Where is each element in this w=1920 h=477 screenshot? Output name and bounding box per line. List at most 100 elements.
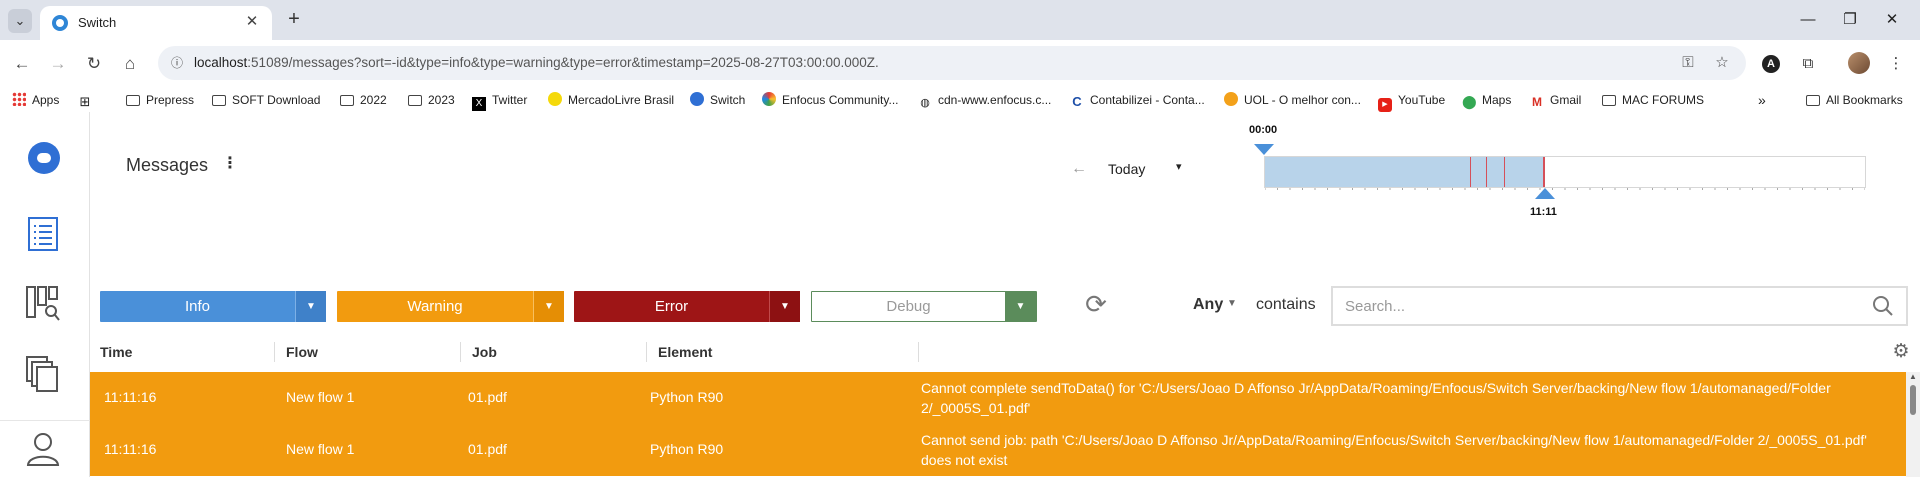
column-resize-handle[interactable] — [918, 342, 919, 362]
sidebar-dashboard-search-icon[interactable] — [25, 285, 61, 323]
table-scrollbar[interactable]: ▲ — [1906, 372, 1920, 477]
column-header-flow[interactable]: Flow — [286, 344, 318, 360]
more-bookmarks-icon[interactable]: » — [1758, 91, 1766, 109]
forward-arrow-icon[interactable]: → — [46, 52, 70, 76]
close-window-icon[interactable]: ✕ — [1880, 8, 1904, 32]
row-time: 11:11:16 — [104, 441, 157, 457]
site-info-icon[interactable]: ⓘ — [168, 54, 186, 72]
address-bar[interactable]: ⓘ localhost:51089/messages?sort=-id&type… — [158, 46, 1746, 80]
column-resize-handle[interactable] — [274, 342, 275, 362]
table-settings-gear-icon[interactable]: ⚙ — [1890, 341, 1912, 363]
table-row[interactable]: 11:11:16 New flow 1 01.pdf Python R90 Ca… — [90, 424, 1906, 476]
minimize-icon[interactable]: — — [1796, 8, 1820, 32]
home-icon[interactable]: ⌂ — [118, 52, 142, 76]
row-message: Cannot send job: path 'C:/Users/Joao D A… — [921, 432, 1867, 468]
sidebar-messages-list-icon[interactable] — [25, 215, 61, 253]
refresh-icon[interactable]: ⟳ — [1082, 290, 1110, 318]
warning-filter-button[interactable]: Warning ▼ — [337, 291, 564, 322]
info-filter-dropdown-icon[interactable]: ▼ — [295, 291, 326, 322]
close-tab-icon[interactable]: ✕ — [242, 12, 262, 32]
row-time: 11:11:16 — [104, 389, 157, 405]
switch-logo-icon[interactable] — [28, 142, 60, 174]
url-text[interactable]: localhost:51089/messages?sort=-id&type=i… — [194, 55, 879, 70]
search-icon[interactable] — [1872, 295, 1894, 317]
browser-menu-icon[interactable]: ⋮ — [1884, 52, 1908, 76]
column-header-time[interactable]: Time — [100, 344, 132, 360]
row-message: Cannot complete sendToData() for 'C:/Use… — [921, 380, 1831, 416]
debug-filter-dropdown-icon[interactable]: ▼ — [1005, 292, 1036, 321]
previous-day-arrow-icon[interactable]: ← — [1071, 160, 1087, 178]
browser-tab-switch[interactable]: Switch ✕ — [40, 6, 272, 40]
scroll-up-arrow-icon[interactable]: ▲ — [1909, 372, 1917, 381]
timeline-event-marker — [1470, 157, 1471, 187]
switch-icon — [690, 92, 704, 106]
scrollbar-thumb[interactable] — [1910, 385, 1916, 415]
bookmark-mercadolivre[interactable]: MercadoLivre Brasil — [548, 91, 674, 109]
row-element: Python R90 — [650, 441, 724, 457]
bookmark-grid[interactable]: ⊞ — [78, 91, 98, 109]
bookmark-twitter[interactable]: X Twitter — [472, 91, 527, 111]
new-tab-plus-icon[interactable]: + — [282, 8, 306, 32]
tab-search-chevron-icon[interactable]: ⌄ — [8, 9, 32, 33]
timeline-event-marker — [1543, 157, 1545, 187]
column-header-element[interactable]: Element — [658, 344, 712, 360]
timeline-range-fill — [1265, 157, 1544, 187]
bookmark-maps[interactable]: ⬤ Maps — [1462, 91, 1511, 109]
globe-icon: ◍ — [920, 97, 930, 109]
bookmark-gmail[interactable]: M Gmail — [1530, 91, 1581, 109]
bookmark-star-icon[interactable]: ☆ — [1712, 53, 1732, 73]
handshake-icon — [548, 92, 562, 106]
error-filter-dropdown-icon[interactable]: ▼ — [769, 291, 800, 322]
bookmark-apps[interactable]: Apps — [12, 91, 59, 109]
apps-icon — [12, 92, 26, 106]
date-range-chevron-icon[interactable]: ▾ — [1176, 160, 1182, 173]
bookmark-mac-forums[interactable]: MAC FORUMS — [1602, 91, 1704, 109]
column-header-job[interactable]: Job — [472, 344, 497, 360]
search-scope-select[interactable]: Any — [1193, 296, 1223, 314]
profile-avatar[interactable] — [1848, 52, 1870, 74]
search-input[interactable] — [1345, 296, 1845, 316]
bookmark-prepress[interactable]: Prepress — [126, 91, 194, 109]
bookmark-enfocus-community[interactable]: Enfocus Community... — [762, 91, 898, 109]
password-key-icon[interactable]: ⚿ — [1678, 53, 1698, 73]
row-flow: New flow 1 — [286, 441, 355, 457]
warning-filter-dropdown-icon[interactable]: ▼ — [533, 291, 564, 322]
extension-a-icon[interactable]: A — [1762, 55, 1780, 73]
reload-icon[interactable]: ↻ — [82, 52, 106, 76]
sidebar-jobs-stack-icon[interactable] — [25, 355, 61, 393]
search-scope-chevron-icon[interactable]: ▼ — [1227, 298, 1237, 309]
timeline-end-handle[interactable] — [1535, 188, 1555, 199]
sidebar-user-icon[interactable] — [25, 430, 61, 468]
switch-favicon-icon — [52, 15, 68, 31]
column-resize-handle[interactable] — [646, 342, 647, 362]
bookmark-2022[interactable]: 2022 — [340, 91, 387, 109]
bookmark-youtube[interactable]: ▶ YouTube — [1378, 91, 1445, 112]
folder-icon — [340, 95, 354, 106]
column-resize-handle[interactable] — [460, 342, 461, 362]
bookmark-cdn-enfocus[interactable]: ◍ cdn-www.enfocus.c... — [918, 91, 1051, 109]
timeline-start-handle[interactable] — [1254, 144, 1274, 155]
bookmark-switch[interactable]: Switch — [690, 91, 745, 109]
bookmark-uol[interactable]: UOL - O melhor con... — [1224, 91, 1361, 109]
bookmark-2023[interactable]: 2023 — [408, 91, 455, 109]
switch-app: Messages ⋮ ← Today ▾ 00:00 11:11 Info ▼ … — [0, 112, 1920, 477]
x-logo-icon: X — [472, 97, 486, 111]
back-arrow-icon[interactable]: ← — [10, 52, 34, 76]
extensions-puzzle-icon[interactable]: ⧉ — [1796, 52, 1820, 76]
timeline[interactable] — [1264, 156, 1866, 190]
all-bookmarks[interactable]: All Bookmarks — [1806, 91, 1903, 109]
folder-icon — [408, 95, 422, 106]
date-range-select[interactable]: Today — [1108, 161, 1145, 177]
error-filter-button[interactable]: Error ▼ — [574, 291, 800, 322]
bookmark-soft-download[interactable]: SOFT Download — [212, 91, 320, 109]
table-row[interactable]: 11:11:16 New flow 1 01.pdf Python R90 Ca… — [90, 372, 1906, 424]
debug-filter-button[interactable]: Debug ▼ — [811, 291, 1037, 322]
bookmark-contabilizei[interactable]: C Contabilizei - Conta... — [1070, 91, 1204, 109]
timeline-start-label: 00:00 — [1249, 124, 1278, 136]
grid-icon: ⊞ — [79, 94, 91, 109]
page-menu-kebab-icon[interactable]: ⋮ — [222, 154, 238, 174]
info-filter-button[interactable]: Info ▼ — [100, 291, 326, 322]
search-box[interactable] — [1331, 286, 1908, 326]
restore-window-icon[interactable]: ❐ — [1838, 8, 1862, 32]
youtube-icon: ▶ — [1378, 98, 1392, 112]
